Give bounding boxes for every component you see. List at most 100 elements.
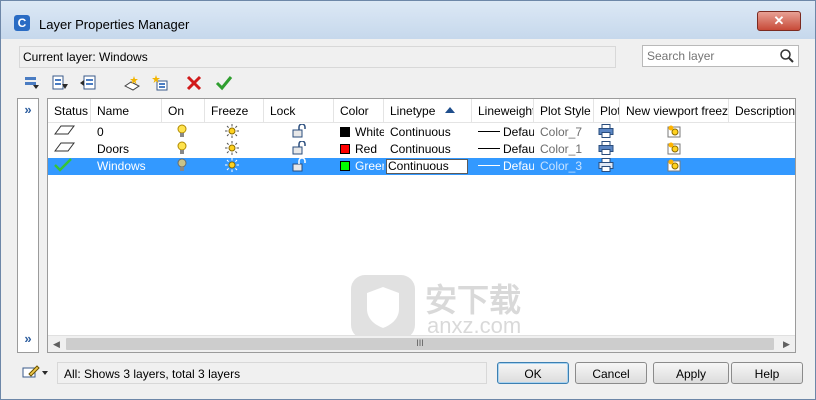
filter-options-button[interactable] xyxy=(21,364,51,380)
dialog-content: Current layer: Windows Search layer » » … xyxy=(9,39,807,391)
freeze-toggle[interactable] xyxy=(205,141,264,158)
sun-thaw-icon xyxy=(225,141,239,155)
new-vp-freeze-toggle[interactable] xyxy=(620,141,729,158)
color-name: White xyxy=(355,125,384,139)
layer-name[interactable]: 0 xyxy=(91,124,162,141)
freeze-toggle[interactable] xyxy=(205,124,264,141)
new-layer-vp-frozen-button[interactable] xyxy=(149,72,171,94)
col-status[interactable]: Status xyxy=(48,99,91,123)
linetype-cell[interactable]: Continuous xyxy=(384,124,472,141)
vp-freeze-sun-icon xyxy=(667,125,681,138)
color-swatch xyxy=(340,127,350,137)
lock-toggle[interactable] xyxy=(264,158,334,175)
col-description[interactable]: Description xyxy=(729,99,795,123)
grid-header: Status Name On Freeze Lock Color Linetyp… xyxy=(48,99,795,123)
cancel-button[interactable]: Cancel xyxy=(575,362,647,384)
unlock-icon xyxy=(292,141,306,155)
color-swatch xyxy=(340,161,350,171)
title-bar[interactable]: C Layer Properties Manager ✕ xyxy=(1,1,815,39)
lock-toggle[interactable] xyxy=(264,124,334,141)
layer-row-selected[interactable]: Windows Green Continuous Default Color_3 xyxy=(48,158,795,175)
sun-thaw-icon xyxy=(225,124,239,138)
color-cell[interactable]: White xyxy=(334,124,384,141)
expand-filters-bottom-icon[interactable]: » xyxy=(21,332,35,346)
lineweight-value: Default xyxy=(503,159,534,173)
plot-toggle[interactable] xyxy=(594,141,620,158)
on-toggle[interactable] xyxy=(162,158,205,175)
layer-states-manager-button[interactable] xyxy=(77,72,99,94)
scroll-right-icon[interactable]: ▶ xyxy=(778,336,795,352)
linetype-cell[interactable]: Continuous xyxy=(384,141,472,158)
layer-row[interactable]: Doors Red Continuous Default Color_1 xyxy=(48,141,795,158)
printer-icon xyxy=(598,141,614,155)
layer-row[interactable]: 0 White Continuous Default Color_7 xyxy=(48,124,795,141)
new-group-filter-icon xyxy=(52,75,68,90)
linetype-edit-field[interactable]: Continuous xyxy=(386,159,468,174)
vp-freeze-sun-icon xyxy=(667,159,681,172)
pencil-filter-icon xyxy=(22,365,48,378)
col-linetype-label: Linetype xyxy=(390,104,436,118)
scroll-left-icon[interactable]: ◀ xyxy=(48,336,65,352)
lineweight-cell[interactable]: Default xyxy=(472,158,534,175)
col-name[interactable]: Name xyxy=(91,99,162,123)
layer-name[interactable]: Windows xyxy=(91,158,162,175)
status-cell xyxy=(48,124,91,141)
new-vp-freeze-toggle[interactable] xyxy=(620,124,729,141)
search-box[interactable] xyxy=(642,45,799,67)
lineweight-sample xyxy=(478,148,500,149)
col-linetype[interactable]: Linetype xyxy=(384,99,472,123)
layer-name[interactable]: Doors xyxy=(91,141,162,158)
search-input[interactable] xyxy=(645,47,775,65)
new-group-filter-button[interactable] xyxy=(49,72,71,94)
sun-thaw-icon xyxy=(225,158,239,172)
apply-button[interactable]: Apply xyxy=(653,362,729,384)
new-property-filter-button[interactable] xyxy=(21,72,43,94)
lineweight-cell[interactable]: Default xyxy=(472,141,534,158)
plot-style-cell: Color_3 xyxy=(540,159,583,173)
layer-status-icon xyxy=(54,125,75,135)
col-plot[interactable]: Plot xyxy=(594,99,620,123)
col-lock[interactable]: Lock xyxy=(264,99,334,123)
close-button[interactable]: ✕ xyxy=(757,11,801,31)
color-cell[interactable]: Green xyxy=(334,158,384,175)
set-current-button[interactable] xyxy=(213,72,235,94)
freeze-toggle[interactable] xyxy=(205,158,264,175)
col-new-vp-freeze[interactable]: New viewport freeze xyxy=(620,99,729,123)
on-toggle[interactable] xyxy=(162,141,205,158)
delete-layer-icon xyxy=(186,75,202,91)
new-layer-button[interactable] xyxy=(121,72,143,94)
new-layer-vp-frozen-icon xyxy=(152,75,168,91)
lineweight-value: Default xyxy=(503,142,534,156)
col-color[interactable]: Color xyxy=(334,99,384,123)
sort-ascending-icon xyxy=(445,107,456,113)
lightbulb-on-icon xyxy=(177,141,187,154)
scroll-thumb[interactable]: III xyxy=(66,338,774,350)
plot-toggle[interactable] xyxy=(594,158,620,175)
plot-toggle[interactable] xyxy=(594,124,620,141)
help-button[interactable]: Help xyxy=(731,362,803,384)
col-on[interactable]: On xyxy=(162,99,205,123)
lineweight-sample xyxy=(478,131,500,132)
window-title: Layer Properties Manager xyxy=(39,17,190,32)
plot-style-cell: Color_7 xyxy=(540,125,583,139)
plot-style-cell: Color_1 xyxy=(540,142,583,156)
unlock-icon xyxy=(292,158,306,172)
ok-button[interactable]: OK xyxy=(497,362,569,384)
color-swatch xyxy=(340,144,350,154)
expand-filters-top-icon[interactable]: » xyxy=(21,103,35,117)
col-lineweight[interactable]: Lineweight xyxy=(472,99,534,123)
search-icon[interactable] xyxy=(779,48,795,64)
lock-toggle[interactable] xyxy=(264,141,334,158)
col-plot-style[interactable]: Plot Style xyxy=(534,99,594,123)
linetype-cell[interactable]: Continuous xyxy=(384,158,472,175)
app-icon: C xyxy=(14,15,30,31)
lineweight-sample xyxy=(478,165,500,166)
col-freeze[interactable]: Freeze xyxy=(205,99,264,123)
horizontal-scrollbar[interactable]: ◀ III ▶ xyxy=(48,335,795,352)
delete-layer-button[interactable] xyxy=(183,72,205,94)
new-vp-freeze-toggle[interactable] xyxy=(620,158,729,175)
lineweight-cell[interactable]: Default xyxy=(472,124,534,141)
on-toggle[interactable] xyxy=(162,124,205,141)
new-property-filter-icon xyxy=(25,77,39,89)
color-cell[interactable]: Red xyxy=(334,141,384,158)
